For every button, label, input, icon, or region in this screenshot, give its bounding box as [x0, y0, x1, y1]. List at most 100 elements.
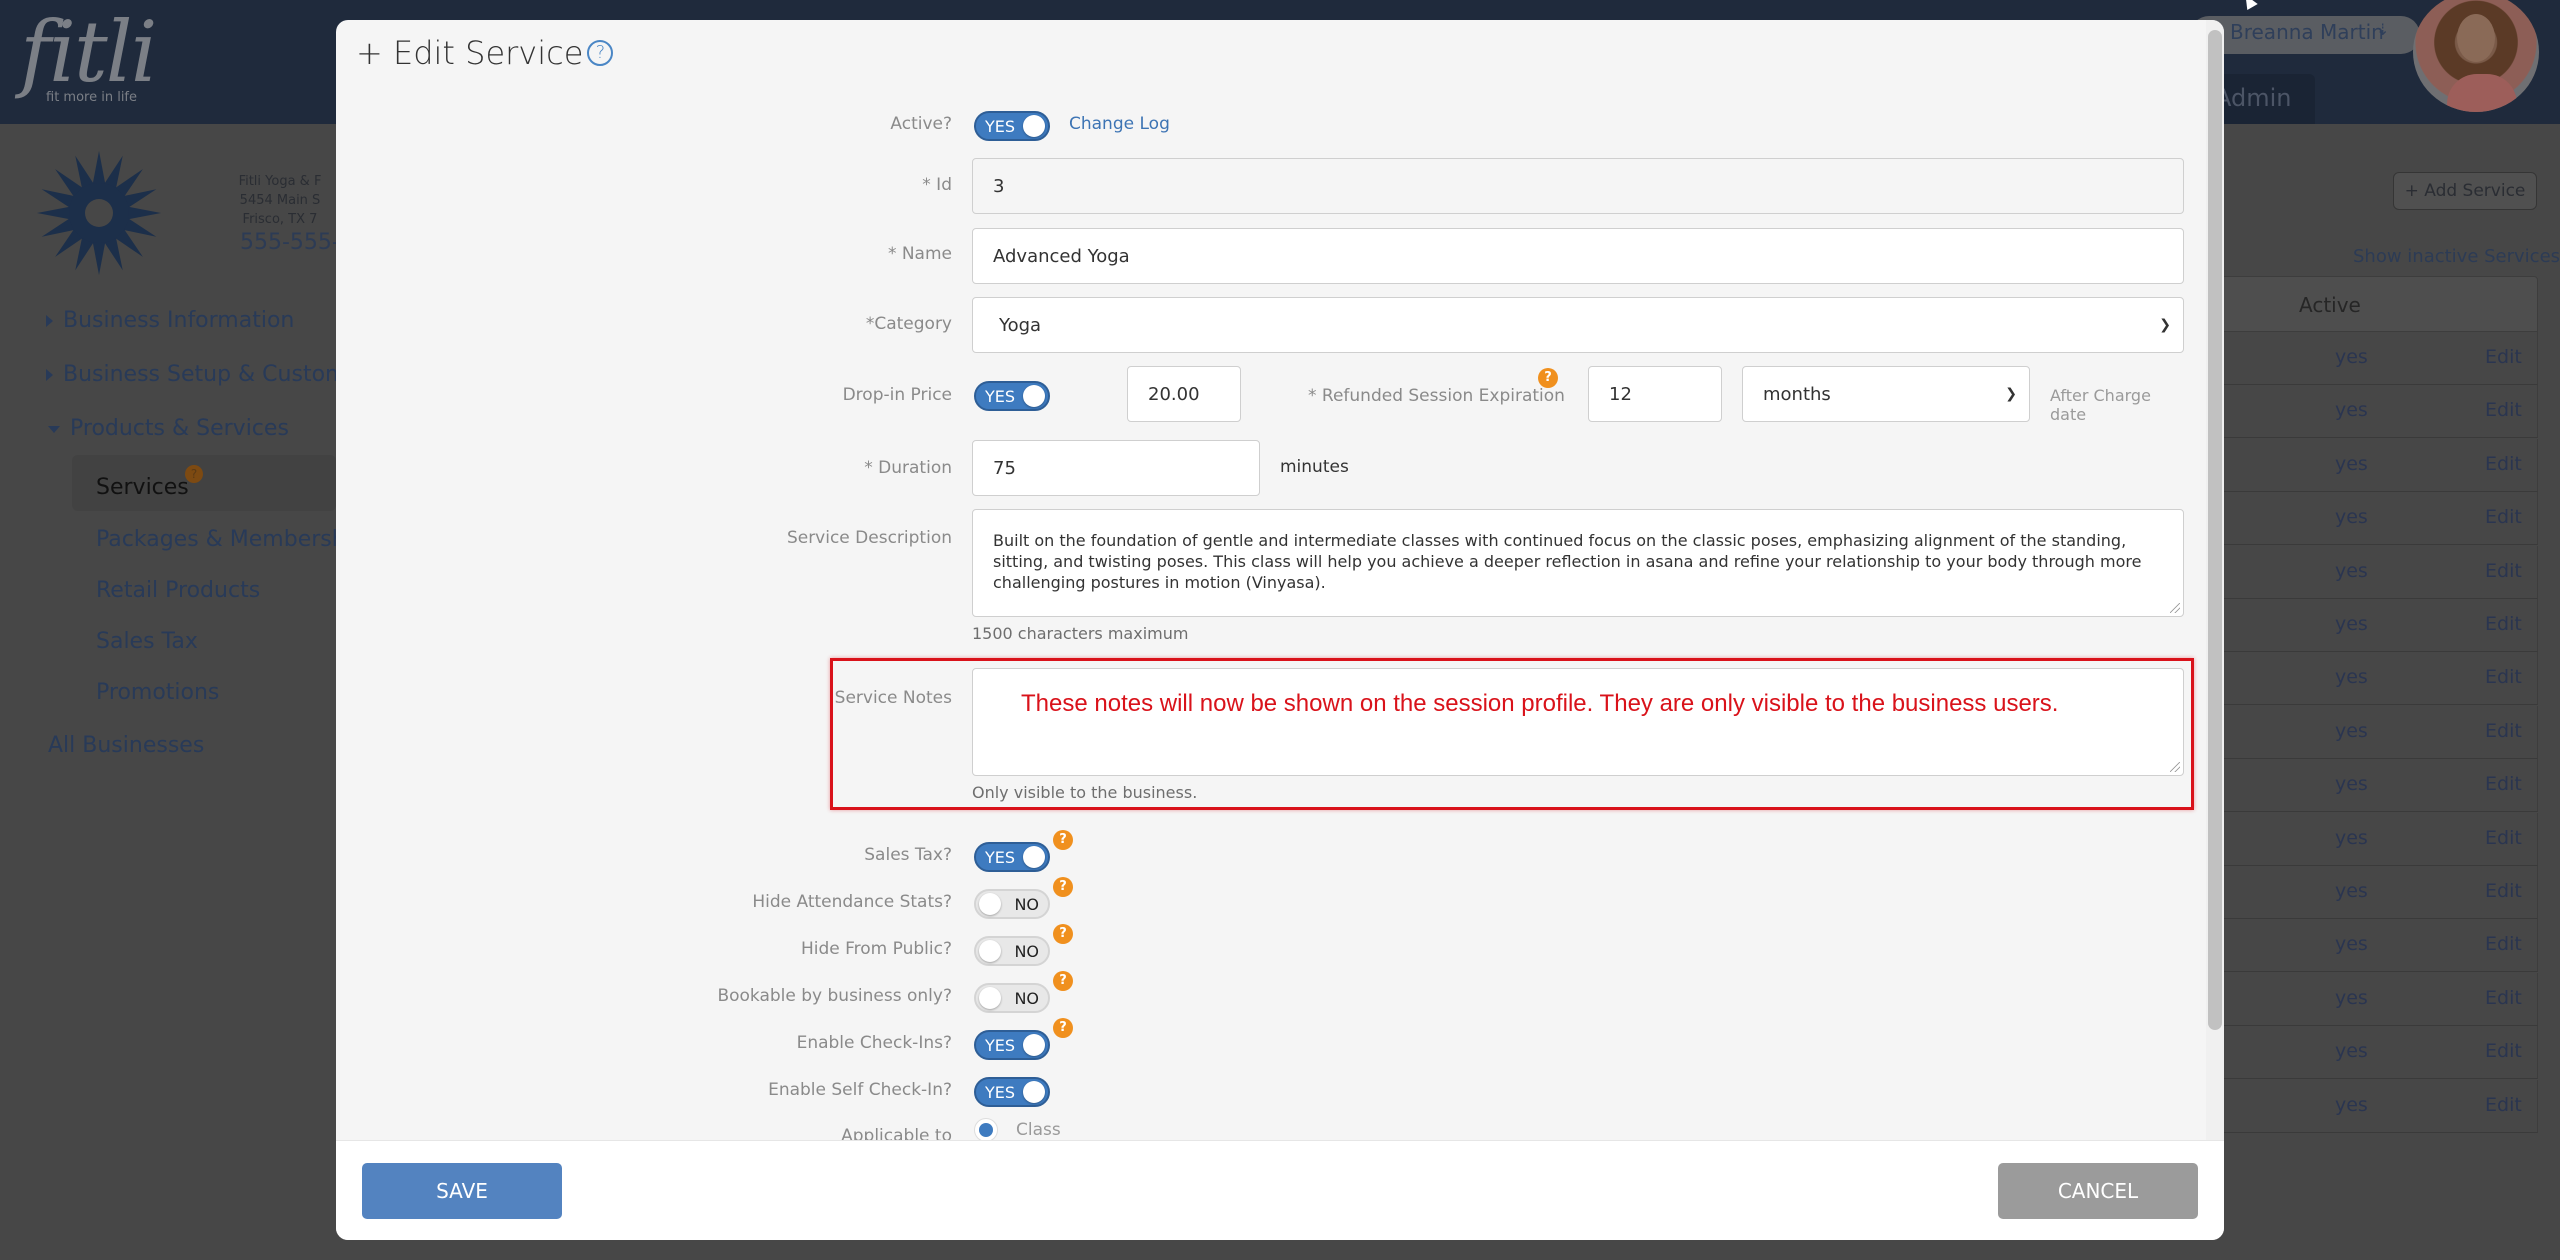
avatar[interactable] [2413, 0, 2539, 112]
active-cell: yes [2335, 666, 2368, 689]
resize-handle-icon[interactable] [2170, 762, 2180, 772]
sales-tax-toggle[interactable]: YES [974, 842, 1050, 872]
help-badge-icon[interactable]: ? [1053, 1018, 1073, 1038]
id-field[interactable]: 3 [972, 158, 2184, 214]
bookable-by-business-only-label: Bookable by business only? [717, 986, 952, 1006]
category-value: Yoga [999, 314, 1042, 336]
toggle-knob [1023, 115, 1045, 137]
active-cell: yes [2335, 346, 2368, 368]
edit-link[interactable]: Edit [2485, 399, 2522, 421]
edit-link[interactable]: Edit [2485, 880, 2522, 902]
help-badge-icon[interactable]: ? [1053, 924, 1073, 944]
edit-link[interactable]: Edit [2485, 1040, 2522, 1062]
business-logo [37, 151, 161, 275]
description-value: Built on the foundation of gentle and in… [993, 531, 2142, 592]
cancel-button[interactable]: CANCEL [1998, 1163, 2198, 1219]
edit-link[interactable]: Edit [2485, 560, 2522, 582]
caret-down-icon [48, 425, 60, 433]
refund-unit-value: months [1763, 383, 1831, 405]
description-label: Service Description [786, 528, 952, 548]
table-row: yes Edit [2220, 492, 2538, 546]
sidebar-subitem-promotions[interactable]: Promotions [96, 680, 219, 705]
change-log-link[interactable]: Change Log [1069, 114, 1170, 134]
table-row: yes Edit [2220, 705, 2538, 759]
active-cell: yes [2335, 559, 2368, 582]
refund-unit-select[interactable]: months ❯ [1742, 366, 2030, 422]
applicable-class-label: Class [1016, 1120, 1061, 1140]
help-badge-icon[interactable]: ? [1053, 830, 1073, 850]
name-input[interactable]: Advanced Yoga [972, 228, 2184, 284]
active-cell: yes [2335, 773, 2368, 796]
active-toggle[interactable]: YES [974, 111, 1050, 141]
sidebar-subitem-retail-products[interactable]: Retail Products [96, 578, 260, 603]
edit-link[interactable]: Edit [2485, 827, 2522, 849]
help-circle-icon[interactable]: ? [587, 40, 614, 66]
user-name[interactable]: Breanna Martin [2230, 20, 2384, 44]
modal-title-text: + Edit Service [356, 34, 584, 72]
hide-attendance-stats-toggle[interactable]: NO [974, 889, 1050, 919]
table-row: yes Edit [2220, 385, 2538, 439]
applicable-class-radio[interactable] [974, 1118, 998, 1142]
dropin-price-input[interactable]: 20.00 [1127, 366, 1241, 422]
table-row: yes Edit [2220, 1026, 2538, 1080]
edit-link[interactable]: Edit [2485, 720, 2522, 742]
category-select[interactable]: Yoga ❯ [972, 297, 2184, 353]
service-notes-hint: Only visible to the business. [972, 783, 1198, 802]
duration-input[interactable]: 75 [972, 440, 1260, 496]
toggle-label: YES [985, 387, 1016, 406]
description-textarea[interactable]: Built on the foundation of gentle and in… [972, 509, 2184, 617]
help-badge-icon[interactable]: ? [1053, 877, 1073, 897]
id-value: 3 [993, 175, 1005, 197]
category-label: *Category [865, 314, 952, 334]
description-hint: 1500 characters maximum [972, 624, 1189, 643]
resize-handle-icon[interactable] [2170, 603, 2180, 613]
toggle-label: YES [985, 848, 1016, 867]
modal-scrollbar-thumb[interactable] [2208, 30, 2222, 1030]
refund-expiration-input[interactable]: 12 [1588, 366, 1722, 422]
help-badge-icon[interactable]: ? [1053, 971, 1073, 991]
active-cell: yes [2335, 399, 2368, 422]
dropin-price-toggle[interactable]: YES [974, 381, 1050, 411]
toggle-label: YES [985, 117, 1016, 136]
add-service-button[interactable]: + Add Service [2393, 172, 2537, 210]
refund-expiration-label: * Refunded Session Expiration [1308, 386, 1565, 406]
table-row: yes Edit [2220, 599, 2538, 652]
enable-self-check-in-toggle[interactable]: YES [974, 1077, 1050, 1107]
edit-link[interactable]: Edit [2485, 933, 2522, 955]
sidebar-item-all-businesses[interactable]: All Businesses [48, 733, 204, 758]
refund-expiration-value: 12 [1609, 383, 1632, 405]
sales-tax-label: Sales Tax? [864, 845, 952, 865]
table-row: yes Edit [2220, 652, 2538, 706]
help-badge-icon[interactable]: ? [1538, 368, 1558, 388]
hide-from-public-toggle[interactable]: NO [974, 936, 1050, 966]
duration-value: 75 [993, 457, 1016, 479]
toggle-label: YES [985, 1036, 1016, 1055]
caret-right-icon [46, 369, 53, 381]
save-button[interactable]: SAVE [362, 1163, 562, 1219]
business-address-line1: 5454 Main S [239, 193, 321, 208]
edit-link[interactable]: Edit [2485, 1094, 2522, 1116]
edit-link[interactable]: Edit [2485, 773, 2522, 795]
edit-link[interactable]: Edit [2485, 346, 2522, 368]
show-inactive-services-link[interactable]: Show inactive Services [2353, 246, 2560, 267]
chevron-down-icon: ❯ [2159, 317, 2171, 333]
sidebar-item-products-services[interactable]: Products & Services [48, 416, 289, 441]
edit-link[interactable]: Edit [2485, 666, 2522, 688]
bookable-by-business-only-toggle[interactable]: NO [974, 983, 1050, 1013]
sidebar-subitem-services[interactable]: Services [96, 475, 189, 500]
active-cell: yes [2335, 506, 2368, 529]
fitli-logo[interactable]: fitli fit more in life [20, 8, 157, 105]
chevron-down-icon[interactable]: ⇣ [2376, 20, 2389, 39]
name-label: * Name [887, 244, 952, 264]
edit-link[interactable]: Edit [2485, 987, 2522, 1009]
enable-check-ins-toggle[interactable]: YES [974, 1030, 1050, 1060]
sidebar-item-business-information[interactable]: Business Information [46, 308, 294, 333]
sidebar-subitem-sales-tax[interactable]: Sales Tax [96, 629, 198, 654]
help-badge-icon[interactable]: ? [185, 465, 203, 483]
toggle-knob [979, 893, 1001, 915]
edit-link[interactable]: Edit [2485, 506, 2522, 528]
duration-unit: minutes [1280, 457, 1349, 477]
edit-link[interactable]: Edit [2485, 613, 2522, 635]
edit-link[interactable]: Edit [2485, 453, 2522, 475]
service-notes-textarea[interactable]: These notes will now be shown on the ses… [972, 668, 2184, 776]
